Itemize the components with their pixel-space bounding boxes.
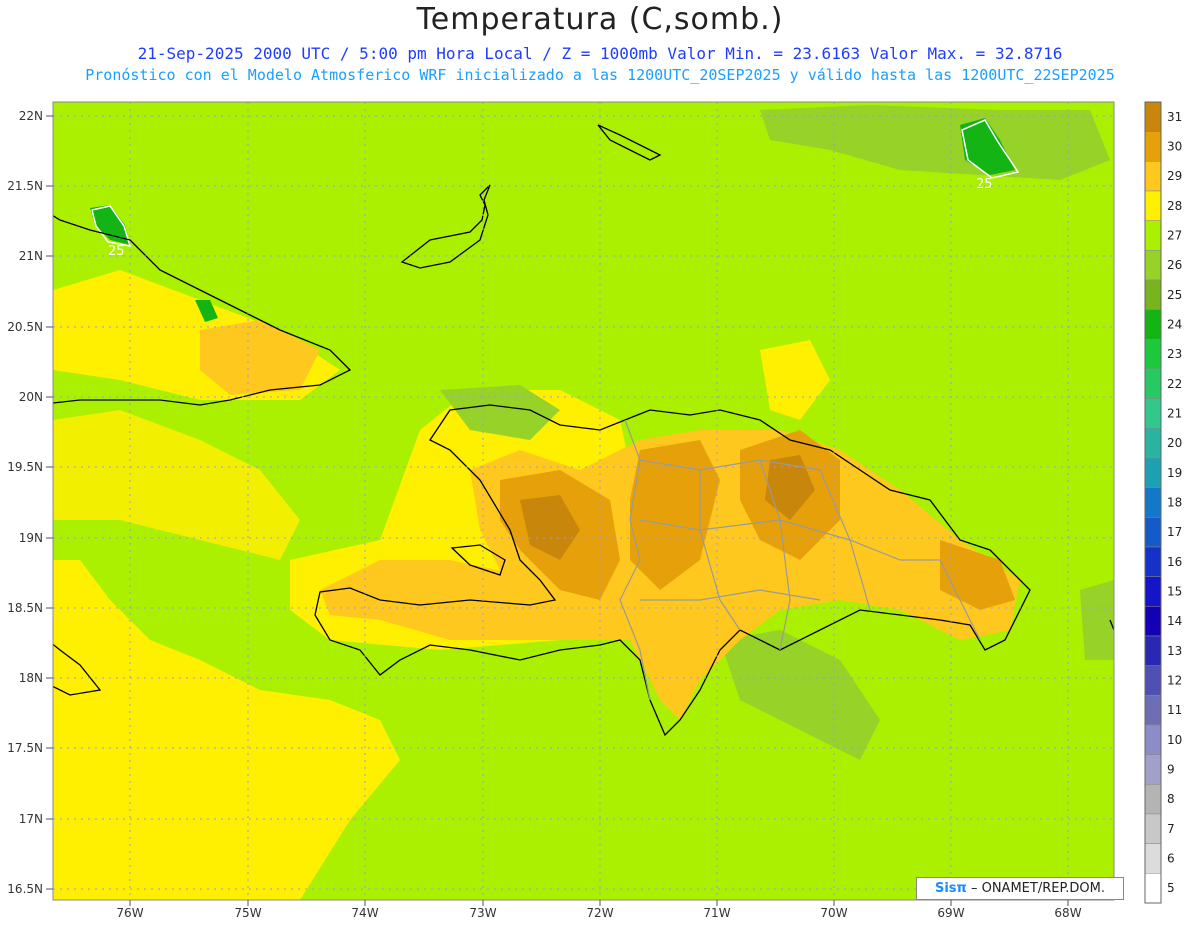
colorbar-label: 6 [1167, 852, 1175, 866]
map-figure: 25 25 22N 21.5N 21N 20.5N 20N 19.5N 19N … [7, 101, 1182, 920]
lon-label-68w: 68W [1054, 906, 1081, 920]
colorbar-swatch [1144, 635, 1162, 666]
lon-label-69w: 69W [937, 906, 964, 920]
colorbar-swatch [1144, 487, 1162, 518]
lat-label-18-5n: 18.5N [7, 601, 43, 615]
lat-label-20-5n: 20.5N [7, 320, 43, 334]
colorbar-label: 8 [1167, 792, 1175, 806]
colorbar-swatch [1144, 398, 1162, 429]
colorbar-swatch [1144, 428, 1162, 459]
colorbar-swatch [1144, 665, 1162, 696]
lat-label-19-5n: 19.5N [7, 460, 43, 474]
lon-label-74w: 74W [351, 906, 378, 920]
colorbar-label: 19 [1167, 466, 1182, 480]
colorbar-swatch [1144, 368, 1162, 399]
colorbar-label: 16 [1167, 555, 1182, 569]
colorbar-label: 23 [1167, 347, 1182, 361]
colorbar-swatch [1144, 784, 1162, 815]
lat-label-19n: 19N [19, 531, 43, 545]
colorbar-label: 22 [1167, 377, 1182, 391]
lon-label-73w: 73W [469, 906, 496, 920]
colorbar-swatch [1144, 517, 1162, 548]
lat-label-21n: 21N [19, 249, 43, 263]
colorbar-swatch [1144, 309, 1162, 340]
colorbar-label: 13 [1167, 644, 1182, 658]
colorbar-swatch [1144, 131, 1162, 162]
colorbar-label: 21 [1167, 407, 1182, 421]
lon-labels: 76W 75W 74W 73W 72W 71W 70W 69W 68W [116, 906, 1081, 920]
colorbar-label: 15 [1167, 585, 1182, 599]
lat-label-18n: 18N [19, 671, 43, 685]
colorbar: 31 30 29 28 27 26 25 24 23 22 21 20 19 18 17 16 15 14 13 12… [1144, 101, 1182, 904]
lat-label-17n: 17N [19, 812, 43, 826]
colorbar-label: 20 [1167, 436, 1182, 450]
lat-label-21-5n: 21.5N [7, 179, 43, 193]
colorbar-swatch [1144, 576, 1162, 607]
lat-label-22n: 22N [19, 109, 43, 123]
credit-text: – ONAMET/REP.DOM. [970, 881, 1105, 896]
plot-area: 25 25 [53, 102, 1114, 900]
colorbar-swatch [1144, 339, 1162, 370]
colorbar-label: 27 [1167, 229, 1182, 243]
colorbar-swatch [1144, 101, 1162, 132]
contour-label-nw: 25 [108, 244, 125, 259]
colorbar-swatch [1144, 754, 1162, 785]
lat-label-17-5n: 17.5N [7, 741, 43, 755]
lon-label-71w: 71W [703, 906, 730, 920]
colorbar-label: 24 [1167, 318, 1182, 332]
lat-label-16-5n: 16.5N [7, 882, 43, 896]
colorbar-swatch [1144, 250, 1162, 281]
colorbar-label: 25 [1167, 288, 1182, 302]
colorbar-swatch [1144, 813, 1162, 844]
colorbar-label: 26 [1167, 258, 1182, 272]
colorbar-swatch [1144, 220, 1162, 251]
lat-labels: 22N 21.5N 21N 20.5N 20N 19.5N 19N 18.5N … [7, 109, 43, 896]
green-patch-east [1080, 580, 1114, 660]
lon-label-76w: 76W [116, 906, 143, 920]
colorbar-label: 30 [1167, 140, 1182, 154]
lon-label-70w: 70W [820, 906, 847, 920]
colorbar-label: 5 [1167, 881, 1175, 895]
colorbar-label: 18 [1167, 496, 1182, 510]
lat-label-20n: 20N [19, 390, 43, 404]
lon-label-72w: 72W [586, 906, 613, 920]
contour-label-ne: 25 [976, 177, 993, 192]
colorbar-swatch [1144, 843, 1162, 874]
colorbar-label: 7 [1167, 822, 1175, 836]
colorbar-swatch [1144, 724, 1162, 755]
colorbar-label: 28 [1167, 199, 1182, 213]
colorbar-label: 14 [1167, 614, 1182, 628]
colorbar-label: 17 [1167, 525, 1182, 539]
colorbar-swatch [1144, 695, 1162, 726]
colorbar-label: 10 [1167, 733, 1182, 747]
colorbar-label: 29 [1167, 169, 1182, 183]
colorbar-swatch [1144, 457, 1162, 488]
colorbar-swatch [1144, 873, 1162, 904]
colorbar-label: 31 [1167, 110, 1182, 124]
sispi-logo: Sisπ [934, 881, 967, 896]
credit-box: Sisπ – ONAMET/REP.DOM. [916, 877, 1124, 900]
colorbar-swatch [1144, 546, 1162, 577]
lon-label-75w: 75W [234, 906, 261, 920]
colorbar-swatch [1144, 161, 1162, 192]
colorbar-swatch [1144, 606, 1162, 637]
colorbar-label: 9 [1167, 763, 1175, 777]
lat-ticks [46, 115, 53, 890]
colorbar-label: 12 [1167, 674, 1182, 688]
colorbar-label: 11 [1167, 703, 1182, 717]
colorbar-swatch [1144, 279, 1162, 310]
colorbar-swatch [1144, 190, 1162, 221]
